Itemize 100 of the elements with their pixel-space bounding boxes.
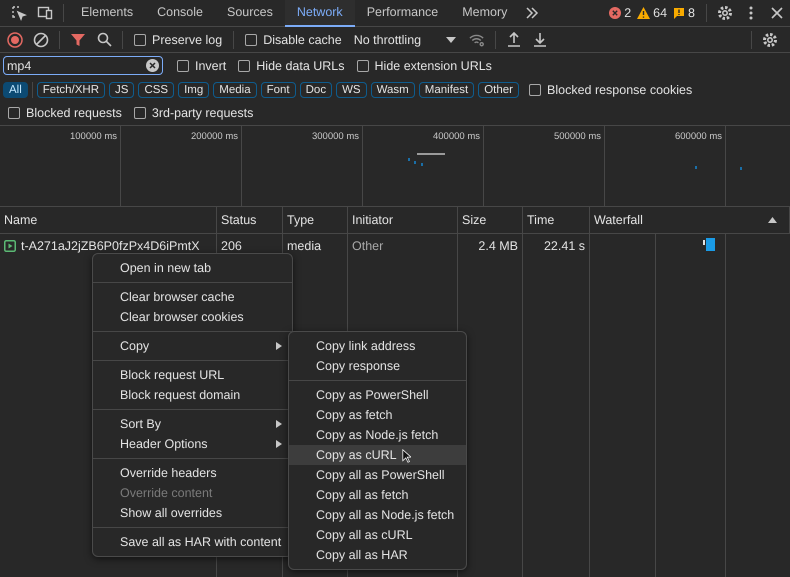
menu-item[interactable]: Block request URL — [93, 365, 292, 385]
type-filter-chip[interactable]: Img — [178, 82, 210, 98]
column-header[interactable]: Initiator — [352, 213, 393, 227]
device-toggle-icon[interactable] — [37, 5, 53, 21]
clear-icon[interactable] — [146, 59, 159, 72]
type-filter-chip[interactable]: All — [3, 82, 28, 98]
menu-item[interactable]: Override headers — [93, 463, 292, 483]
error-icon — [609, 7, 622, 19]
menu-item[interactable]: Copy all as PowerShell — [289, 465, 466, 485]
warning-icon — [637, 7, 650, 19]
timeline-tick-label: 300000 ms — [312, 131, 359, 142]
filter-icon[interactable] — [70, 32, 86, 48]
checkbox[interactable] — [245, 34, 258, 46]
submenu-arrow-icon — [276, 440, 282, 448]
settings-icon[interactable] — [762, 32, 778, 48]
column-header[interactable]: Waterfall — [594, 213, 643, 227]
menu-item[interactable]: Copy all as HAR — [289, 545, 466, 565]
mouse-cursor-icon — [402, 449, 411, 463]
upload-icon[interactable] — [506, 32, 522, 48]
menu-item[interactable]: Clear browser cookies — [93, 307, 292, 327]
timeline-tick-label: 600000 ms — [674, 131, 722, 142]
table-cell: media — [287, 238, 322, 252]
table-cell: Other — [352, 238, 384, 252]
menu-item[interactable]: Copy as Node.js fetch — [289, 425, 466, 445]
panel-tab[interactable]: Network — [284, 0, 355, 26]
checkbox-label: Blocked response cookies — [547, 82, 692, 96]
issue-icon — [673, 7, 686, 19]
checkbox[interactable] — [8, 107, 20, 119]
checkbox-label: Invert — [195, 58, 226, 72]
checkbox-label: 3rd-party requests — [152, 106, 254, 120]
type-filter-chip[interactable]: WS — [336, 82, 367, 98]
panel-tab[interactable]: Sources — [214, 0, 285, 26]
menu-item[interactable]: Header Options — [93, 434, 292, 454]
more-tabs-icon[interactable] — [524, 5, 540, 21]
menu-item[interactable]: Block request domain — [93, 385, 292, 405]
column-header[interactable]: Time — [527, 213, 554, 227]
menu-item[interactable]: Copy — [93, 336, 292, 356]
menu-item[interactable]: Copy all as cURL — [289, 525, 466, 545]
issue-count: 8 — [688, 6, 695, 20]
checkbox[interactable] — [529, 84, 541, 96]
wifi-settings-icon[interactable] — [469, 32, 486, 48]
column-header[interactable]: Status — [221, 213, 256, 227]
menu-item[interactable]: Open in new tab — [93, 258, 292, 278]
checkbox[interactable] — [177, 60, 189, 72]
checkbox[interactable] — [134, 34, 146, 46]
submenu-arrow-icon — [276, 420, 282, 428]
table-cell: 2.4 MB — [478, 238, 518, 252]
panel-tab[interactable]: Console — [145, 0, 215, 26]
panel-tab[interactable]: Memory — [450, 0, 520, 26]
close-icon[interactable] — [769, 5, 785, 21]
panel-tab[interactable]: Elements — [69, 0, 146, 26]
timeline-tick-label: 200000 ms — [190, 131, 238, 142]
panel-tab[interactable]: Performance — [354, 0, 450, 26]
inspect-icon[interactable] — [11, 5, 27, 21]
clear-icon[interactable] — [33, 32, 49, 48]
checkbox[interactable] — [238, 60, 250, 72]
settings-icon[interactable] — [717, 5, 733, 21]
media-icon — [4, 240, 16, 252]
checkbox-label: Disable cache — [263, 32, 342, 46]
checkbox[interactable] — [134, 107, 146, 119]
menu-item[interactable]: Copy all as Node.js fetch — [289, 505, 466, 525]
error-count: 2 — [624, 6, 632, 20]
menu-item[interactable]: Sort By — [93, 414, 292, 434]
menu-item[interactable]: Copy as cURL — [289, 445, 466, 465]
type-filter-chip[interactable]: CSS — [138, 82, 174, 98]
request-name[interactable]: t-A271aJ2jZB6P0fzPx4D6iPmtX — [21, 238, 200, 252]
submenu-arrow-icon — [276, 342, 282, 350]
menu-item[interactable]: Copy response — [289, 356, 466, 376]
checkbox-label: Hide data URLs — [256, 58, 345, 72]
record-icon[interactable] — [7, 32, 23, 48]
checkbox-label: Blocked requests — [26, 106, 122, 120]
checkbox[interactable] — [356, 60, 369, 72]
waterfall-bar — [706, 238, 715, 251]
type-filter-chip[interactable]: Wasm — [370, 82, 415, 98]
type-filter-chip[interactable]: Doc — [300, 82, 332, 98]
menu-item[interactable]: Show all overrides — [93, 503, 292, 523]
search-icon[interactable] — [96, 32, 112, 48]
type-filter-chip[interactable]: Font — [260, 82, 296, 98]
warning-count: 64 — [653, 6, 668, 20]
table-cell: 206 — [221, 238, 242, 252]
table-cell: 22.41 s — [544, 238, 585, 252]
column-header[interactable]: Size — [462, 213, 486, 227]
column-header[interactable]: Name — [4, 213, 38, 227]
menu-item[interactable]: Save all as HAR with content — [93, 532, 292, 552]
filter-field[interactable]: mp4 — [3, 56, 163, 75]
throttling-dropdown[interactable]: No throttling — [354, 32, 422, 46]
checkbox-label: Preserve log — [152, 32, 222, 46]
type-filter-chip[interactable]: Fetch/XHR — [36, 82, 106, 98]
type-filter-chip[interactable]: Other — [478, 82, 519, 98]
sort-ascending-icon[interactable] — [768, 217, 777, 223]
menu-item[interactable]: Copy as fetch — [289, 405, 466, 425]
column-header[interactable]: Type — [287, 213, 314, 227]
menu-item[interactable]: Copy all as fetch — [289, 485, 466, 505]
menu-item[interactable]: Copy link address — [289, 336, 466, 356]
type-filter-chip[interactable]: Media — [213, 82, 257, 98]
type-filter-chip[interactable]: Manifest — [418, 82, 474, 98]
download-icon[interactable] — [532, 32, 548, 48]
type-filter-chip[interactable]: JS — [109, 82, 134, 98]
menu-item[interactable]: Clear browser cache — [93, 287, 292, 307]
menu-item[interactable]: Copy as PowerShell — [289, 385, 466, 405]
